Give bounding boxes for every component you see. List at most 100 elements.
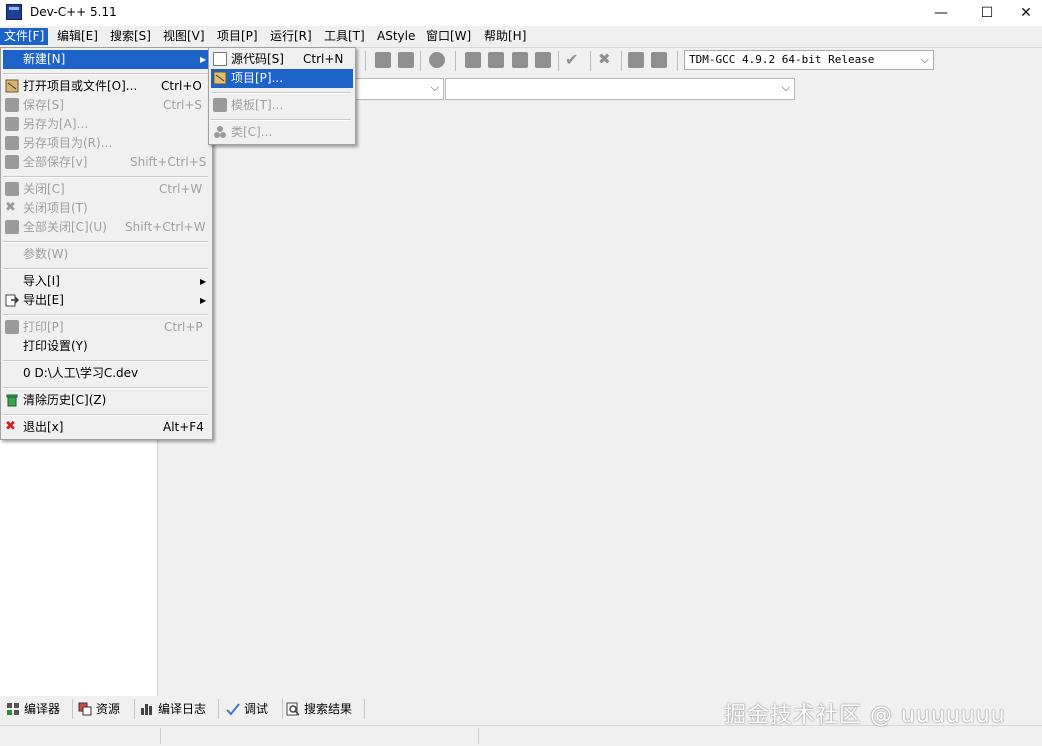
toolbar-separator [621,51,622,71]
profile-icon[interactable] [628,52,644,68]
menu-view[interactable]: 视图[V] [159,28,209,45]
tab-resources[interactable]: 资源 [74,699,135,719]
menu-item-new-source[interactable]: 源代码[S] Ctrl+N [211,50,353,69]
menu-item-save-as-label: 另存为[A]... [23,117,89,131]
bar-chart-icon [141,704,152,715]
compiler-select[interactable]: TDM-GCC 4.9.2 64-bit Release ⌵ [684,50,934,70]
menu-file[interactable]: 文件[F] [0,28,49,45]
menu-item-clear-history[interactable]: 清除历史[C](Z) [3,391,210,410]
menu-item-save-as[interactable]: 另存为[A]... [3,115,210,134]
compile-icon[interactable] [465,52,481,68]
toolbar-separator [365,51,366,71]
tab-search-results[interactable]: 搜索结果 [282,699,365,719]
menu-separator [3,414,208,416]
menu-item-close-all[interactable]: 全部关闭[C](U) Shift+Ctrl+W [3,218,210,237]
menu-item-save-all[interactable]: 全部保存[v] Shift+Ctrl+S [3,153,210,172]
run-icon[interactable] [488,52,504,68]
menu-item-save-label: 保存[S] [23,98,64,112]
export-icon [5,294,19,307]
toolbar-separator [590,51,591,71]
shortcut-alt-f4: Alt+F4 [163,420,204,434]
toolbar-separator [420,51,421,71]
menu-tools[interactable]: 工具[T] [320,28,369,45]
menu-project[interactable]: 项目[P] [213,28,262,45]
indent-icon[interactable] [375,52,391,68]
menu-edit[interactable]: 编辑[E] [53,28,102,45]
menu-item-exit-label: 退出[x] [23,420,64,434]
menu-bar: 文件[F] 编辑[E] 搜索[S] 视图[V] 项目[P] 运行[R] 工具[T… [0,26,1042,48]
menu-item-new-label: 新建[N] [23,52,66,66]
stop-execution-icon[interactable]: ✖ [598,50,611,68]
tab-compile-log-label: 编译日志 [158,702,207,716]
close-project-icon: ✖ [5,200,16,215]
devcpp-app-icon [6,4,22,20]
menu-item-import[interactable]: 导入[I] ▶ [3,272,210,291]
menu-item-new-source-label: 源代码[S] [231,52,284,66]
bookmark-icon[interactable] [429,52,445,68]
menu-item-print-label: 打印[P] [23,320,64,334]
menu-window[interactable]: 窗口[W] [422,28,475,45]
menu-item-print[interactable]: 打印[P] Ctrl+P [3,318,210,337]
shortcut-ctrl-p: Ctrl+P [164,320,203,334]
menu-item-exit[interactable]: ✖ 退出[x] Alt+F4 [3,418,210,437]
save-as-icon [5,117,19,131]
tab-compile-log[interactable]: 编译日志 [136,699,219,719]
status-divider [478,728,479,744]
print-icon [5,320,19,334]
submenu-arrow-icon: ▶ [200,55,207,64]
menu-search[interactable]: 搜索[S] [106,28,155,45]
menu-run[interactable]: 运行[R] [266,28,316,45]
shortcut-ctrl-o: Ctrl+O [161,79,202,93]
grid-icon [7,703,19,715]
open-project-icon [5,79,19,93]
menu-item-close-project[interactable]: ✖ 关闭项目(T) [3,199,210,218]
menu-item-open[interactable]: 打开项目或文件[O]... Ctrl+O [3,77,210,96]
tab-debug[interactable]: 调试 [222,699,283,719]
chevron-down-icon: ⌵ [781,81,790,94]
toolbar-separator [455,51,456,71]
tab-compiler[interactable]: 编译器 [2,699,73,719]
close-button[interactable]: ✕ [1010,0,1042,26]
shortcut-ctrl-s: Ctrl+S [163,98,203,112]
toolbar-separator [558,51,559,71]
menu-item-new-template-label: 模板[T]... [231,98,284,112]
resources-icon [78,702,92,716]
menu-item-new-project[interactable]: 项目[P]... [211,69,353,88]
menu-item-export[interactable]: 导出[E] ▶ [3,291,210,310]
window-title: Dev-C++ 5.11 [30,5,117,19]
menu-item-close[interactable]: 关闭[C] Ctrl+W [3,180,210,199]
menu-item-new-template[interactable]: 模板[T]... [211,96,353,115]
menu-item-close-project-label: 关闭项目(T) [23,201,88,215]
compile-run-icon[interactable] [512,52,528,68]
menu-item-save[interactable]: 保存[S] Ctrl+S [3,96,210,115]
menu-item-close-all-label: 全部关闭[C](U) [23,220,107,234]
chevron-down-icon: ⌵ [920,53,929,66]
status-divider [160,728,161,744]
member-combo[interactable]: ⌵ [445,78,795,100]
menu-help[interactable]: 帮助[H] [480,28,530,45]
tab-resources-label: 资源 [96,702,121,716]
menu-item-print-setup[interactable]: 打印设置(Y) [3,337,210,356]
menu-item-save-project-as[interactable]: 另存项目为(R)... [3,134,210,153]
compiler-select-value: TDM-GCC 4.9.2 64-bit Release [689,53,875,66]
menu-item-new[interactable]: 新建[N] ▶ [3,50,210,69]
menu-item-params[interactable]: 参数(W) [3,245,210,264]
menu-item-new-class-label: 类[C]... [231,125,273,139]
shortcut-ctrl-w: Ctrl+W [159,182,203,196]
syntax-check-icon[interactable]: ✔ [565,50,578,69]
rebuild-icon[interactable] [535,52,551,68]
unindent-icon[interactable] [398,52,414,68]
delete-profile-icon[interactable] [651,52,667,68]
menu-separator [3,176,208,178]
maximize-button[interactable]: ☐ [964,0,1010,26]
menu-separator [3,314,208,316]
menu-item-recent-file[interactable]: 0 D:\人工\学习C.dev [3,364,210,383]
submenu-arrow-icon: ▶ [200,277,207,286]
title-bar: Dev-C++ 5.11 — ☐ ✕ [0,0,1042,26]
menu-astyle[interactable]: AStyle [373,28,419,45]
menu-item-new-class[interactable]: 类[C]... [211,123,353,142]
menu-separator [3,268,208,270]
minimize-button[interactable]: — [918,0,964,26]
close-all-icon [5,220,19,234]
new-submenu: 源代码[S] Ctrl+N 项目[P]... 模板[T]... 类[C]... [208,47,356,145]
